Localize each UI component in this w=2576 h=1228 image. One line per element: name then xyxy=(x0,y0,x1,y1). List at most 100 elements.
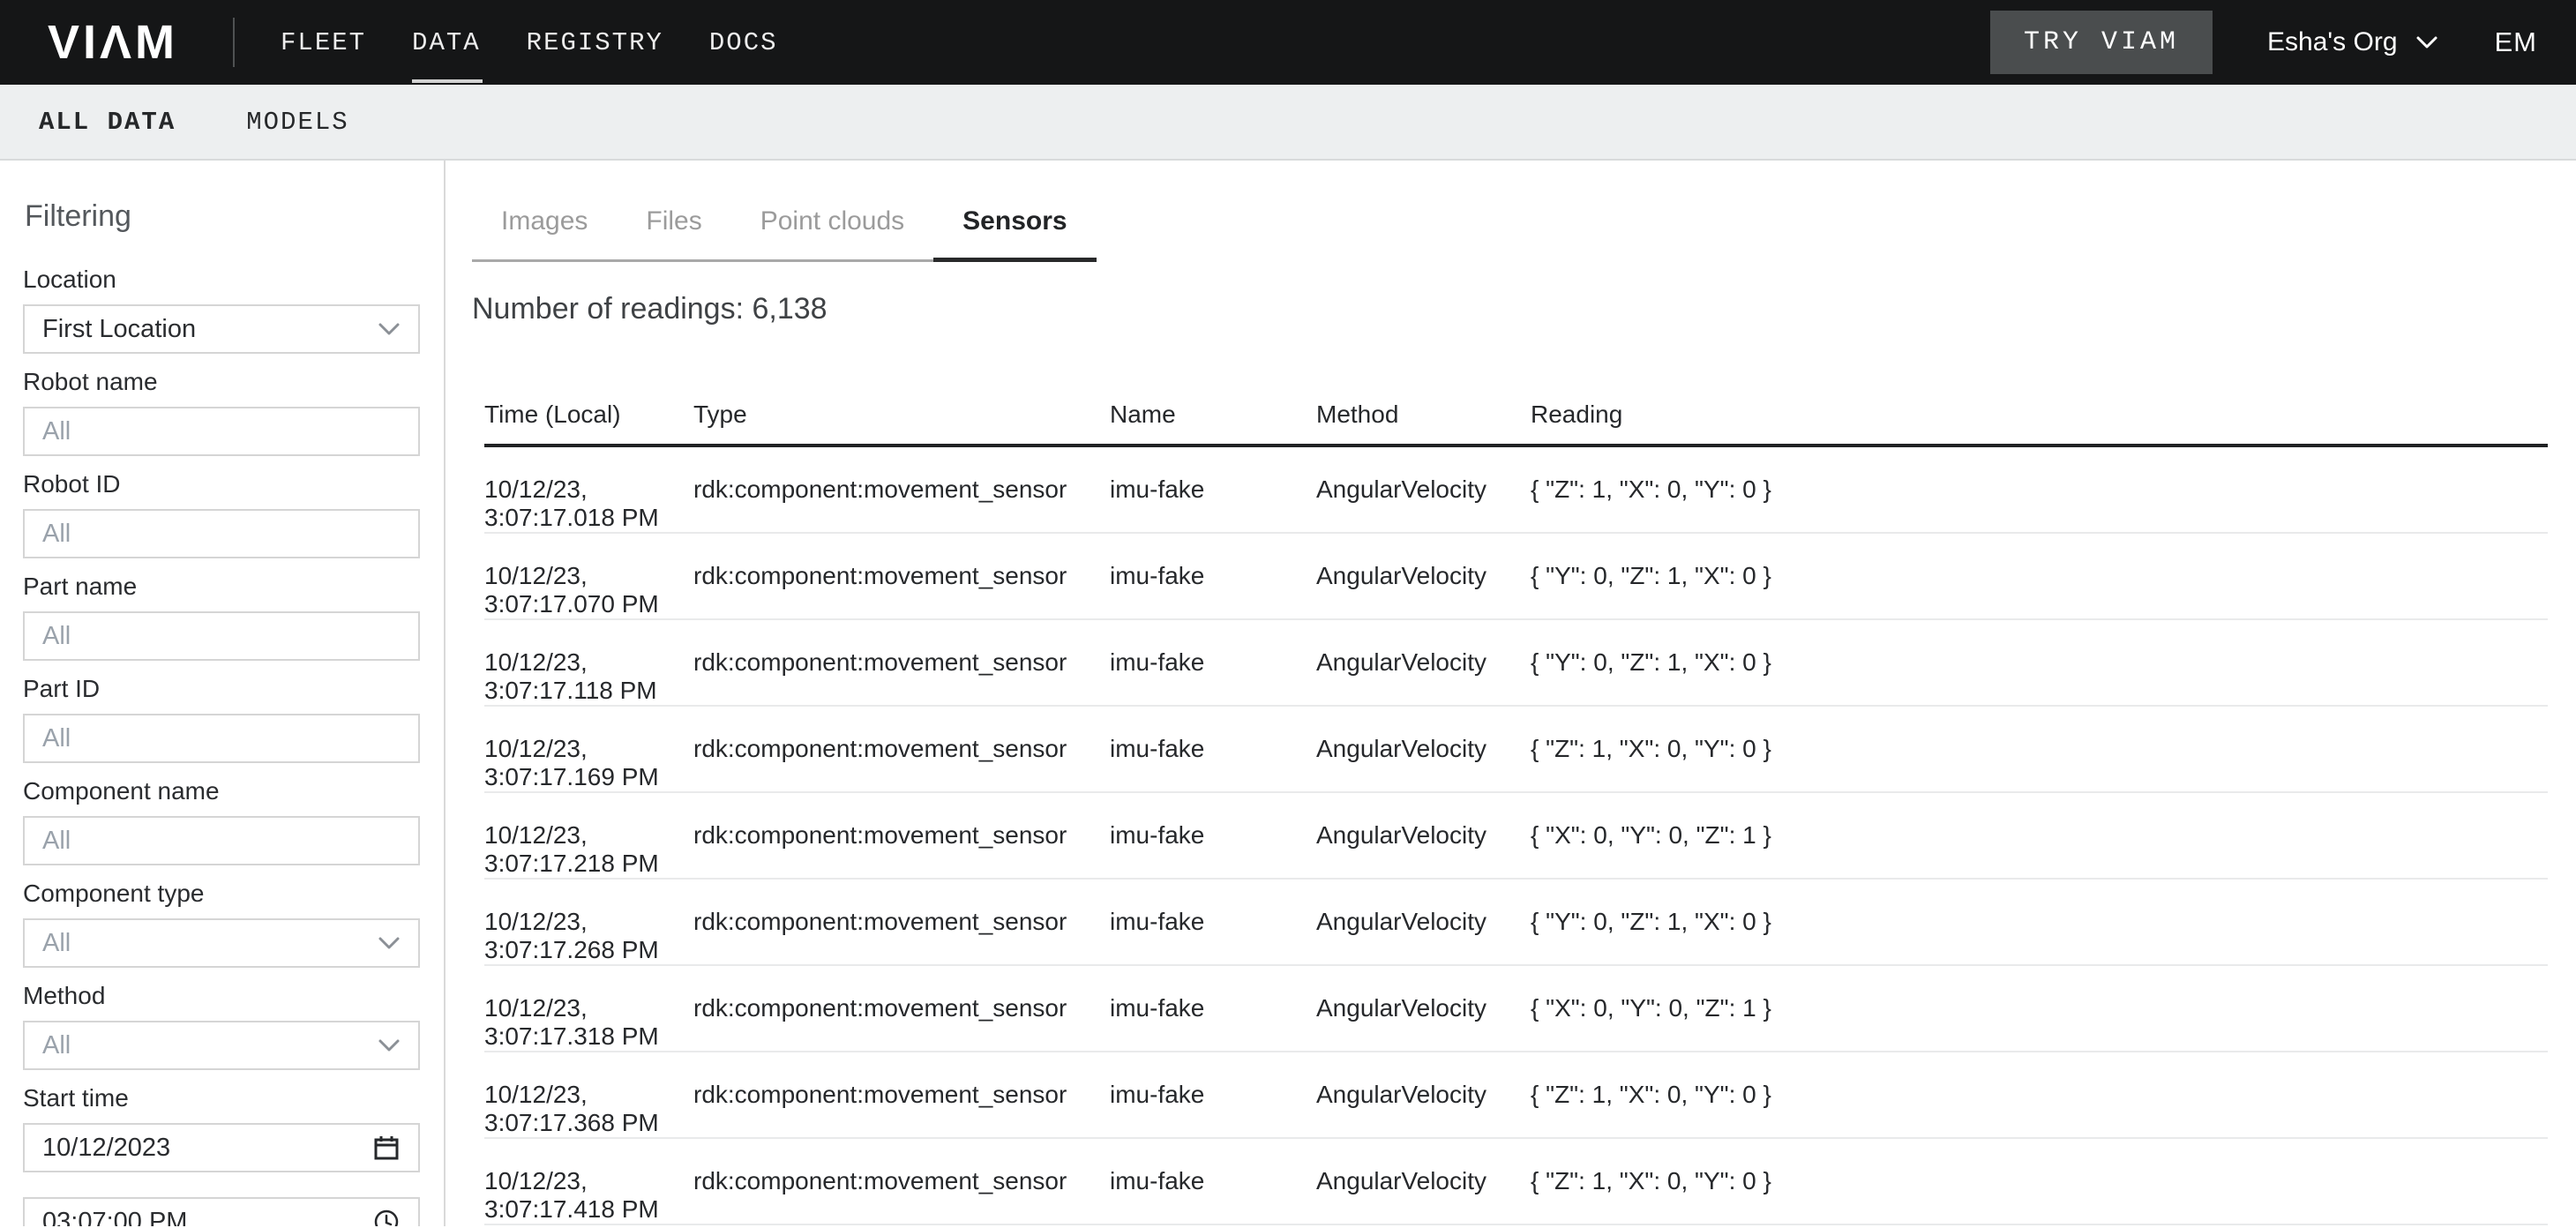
method-value: All xyxy=(42,1031,71,1060)
method-filter: Method All xyxy=(23,982,420,1070)
col-name: Name xyxy=(1110,401,1316,446)
component-type-select[interactable]: All xyxy=(23,918,420,968)
robot-name-input[interactable] xyxy=(23,407,420,456)
tab-models[interactable]: MODELS xyxy=(246,108,348,137)
cell-time: 10/12/23,3:07:17.368 PM xyxy=(484,1052,693,1138)
table-row: 10/12/23,3:07:17.318 PMrdk:component:mov… xyxy=(484,965,2548,1052)
cell-type: rdk:component:movement_sensor xyxy=(693,446,1110,533)
location-filter: Location First Location xyxy=(23,266,420,354)
tab-images[interactable]: Images xyxy=(472,201,617,262)
cell-type: rdk:component:movement_sensor xyxy=(693,965,1110,1052)
top-nav-bar: VIΛM FLEET DATA REGISTRY DOCS TRY VIAM E… xyxy=(0,0,2576,85)
location-select-value: First Location xyxy=(42,315,196,344)
cell-type: rdk:component:movement_sensor xyxy=(693,706,1110,792)
org-name: Esha's Org xyxy=(2267,27,2397,57)
filtering-title: Filtering xyxy=(25,199,420,234)
cell-type: rdk:component:movement_sensor xyxy=(693,1052,1110,1138)
table-row: 10/12/23,3:07:17.018 PMrdk:component:mov… xyxy=(484,446,2548,533)
org-switcher[interactable]: Esha's Org xyxy=(2267,27,2437,57)
table-row: 10/12/23,3:07:17.418 PMrdk:component:mov… xyxy=(484,1138,2548,1224)
cell-reading: { "Z": 1, "X": 0, "Y": 0 } xyxy=(1531,446,2548,533)
table-row: 10/12/23,3:07:17.218 PMrdk:component:mov… xyxy=(484,792,2548,879)
cell-method: AngularVelocity xyxy=(1316,792,1531,879)
component-name-input[interactable] xyxy=(23,816,420,865)
chevron-down-icon xyxy=(378,936,401,950)
cell-method: AngularVelocity xyxy=(1316,965,1531,1052)
cell-method: AngularVelocity xyxy=(1316,446,1531,533)
cell-reading: { "Y": 0, "Z": 1, "X": 0 } xyxy=(1531,879,2548,965)
robot-id-input[interactable] xyxy=(23,509,420,558)
part-name-input[interactable] xyxy=(23,611,420,661)
cell-type: rdk:component:movement_sensor xyxy=(693,533,1110,619)
cell-method: AngularVelocity xyxy=(1316,533,1531,619)
cell-name: imu-fake xyxy=(1110,792,1316,879)
cell-time: 10/12/23,3:07:17.418 PM xyxy=(484,1138,693,1224)
cell-reading: { "Y": 0, "Z": 1, "X": 0 } xyxy=(1531,533,2548,619)
part-name-label: Part name xyxy=(23,573,420,601)
cell-time: 10/12/23,3:07:17.318 PM xyxy=(484,965,693,1052)
start-date-input[interactable]: 10/12/2023 xyxy=(23,1123,420,1172)
col-time: Time (Local) xyxy=(484,401,693,446)
component-type-label: Component type xyxy=(23,880,420,908)
cell-name: imu-fake xyxy=(1110,619,1316,706)
col-method: Method xyxy=(1316,401,1531,446)
nav-item-docs[interactable]: DOCS xyxy=(709,28,778,57)
cell-name: imu-fake xyxy=(1110,706,1316,792)
user-avatar[interactable]: EM xyxy=(2495,26,2538,58)
part-id-filter: Part ID xyxy=(23,675,420,763)
calendar-icon[interactable] xyxy=(372,1134,401,1162)
tab-all-data[interactable]: ALL DATA xyxy=(39,108,176,137)
cell-type: rdk:component:movement_sensor xyxy=(693,619,1110,706)
table-row: 10/12/23,3:07:17.118 PMrdk:component:mov… xyxy=(484,619,2548,706)
robot-name-label: Robot name xyxy=(23,368,420,396)
start-time-input[interactable]: 03:07:00 PM xyxy=(23,1197,420,1226)
cell-reading: { "X": 0, "Y": 0, "Z": 1 } xyxy=(1531,792,2548,879)
component-name-filter: Component name xyxy=(23,777,420,865)
cell-time: 10/12/23,3:07:17.070 PM xyxy=(484,533,693,619)
cell-method: AngularVelocity xyxy=(1316,1052,1531,1138)
location-label: Location xyxy=(23,266,420,294)
cell-time: 10/12/23,3:07:17.018 PM xyxy=(484,446,693,533)
part-name-filter: Part name xyxy=(23,573,420,661)
tab-point-clouds[interactable]: Point clouds xyxy=(731,201,933,262)
cell-name: imu-fake xyxy=(1110,1138,1316,1224)
data-type-tabs: Images Files Point clouds Sensors xyxy=(472,201,2548,262)
start-date-value: 10/12/2023 xyxy=(42,1134,170,1163)
cell-name: imu-fake xyxy=(1110,446,1316,533)
data-subnav: ALL DATA MODELS xyxy=(0,85,2576,161)
cell-method: AngularVelocity xyxy=(1316,706,1531,792)
nav-item-registry[interactable]: REGISTRY xyxy=(527,28,663,57)
cell-method: AngularVelocity xyxy=(1316,1138,1531,1224)
cell-method: AngularVelocity xyxy=(1316,879,1531,965)
component-name-label: Component name xyxy=(23,777,420,805)
cell-time: 10/12/23,3:07:17.268 PM xyxy=(484,879,693,965)
location-select[interactable]: First Location xyxy=(23,304,420,354)
readings-count: Number of readings: 6,138 xyxy=(472,292,2548,326)
start-time-label: Start time xyxy=(23,1084,420,1112)
cell-type: rdk:component:movement_sensor xyxy=(693,792,1110,879)
cell-name: imu-fake xyxy=(1110,879,1316,965)
try-viam-button[interactable]: TRY VIAM xyxy=(1990,11,2213,74)
tab-sensors[interactable]: Sensors xyxy=(933,201,1096,262)
component-type-value: All xyxy=(42,929,71,958)
chevron-down-icon xyxy=(378,1038,401,1052)
tab-files[interactable]: Files xyxy=(617,201,730,262)
cell-name: imu-fake xyxy=(1110,965,1316,1052)
primary-nav: FLEET DATA REGISTRY DOCS xyxy=(281,28,778,57)
cell-name: imu-fake xyxy=(1110,1052,1316,1138)
method-select[interactable]: All xyxy=(23,1021,420,1070)
viam-logo[interactable]: VIΛM xyxy=(48,15,178,70)
cell-type: rdk:component:movement_sensor xyxy=(693,879,1110,965)
cell-reading: { "Y": 0, "Z": 1, "X": 0 } xyxy=(1531,619,2548,706)
table-header-row: Time (Local) Type Name Method Reading xyxy=(484,401,2548,446)
col-type: Type xyxy=(693,401,1110,446)
cell-method: AngularVelocity xyxy=(1316,619,1531,706)
component-type-filter: Component type All xyxy=(23,880,420,968)
start-time-filter: Start time 10/12/2023 03:07:00 PM xyxy=(23,1084,420,1226)
part-id-input[interactable] xyxy=(23,714,420,763)
cell-reading: { "X": 0, "Y": 0, "Z": 1 } xyxy=(1531,965,2548,1052)
start-time-value: 03:07:00 PM xyxy=(42,1208,187,1227)
nav-item-data[interactable]: DATA xyxy=(412,28,481,57)
clock-icon[interactable] xyxy=(372,1208,401,1226)
nav-item-fleet[interactable]: FLEET xyxy=(281,28,366,57)
